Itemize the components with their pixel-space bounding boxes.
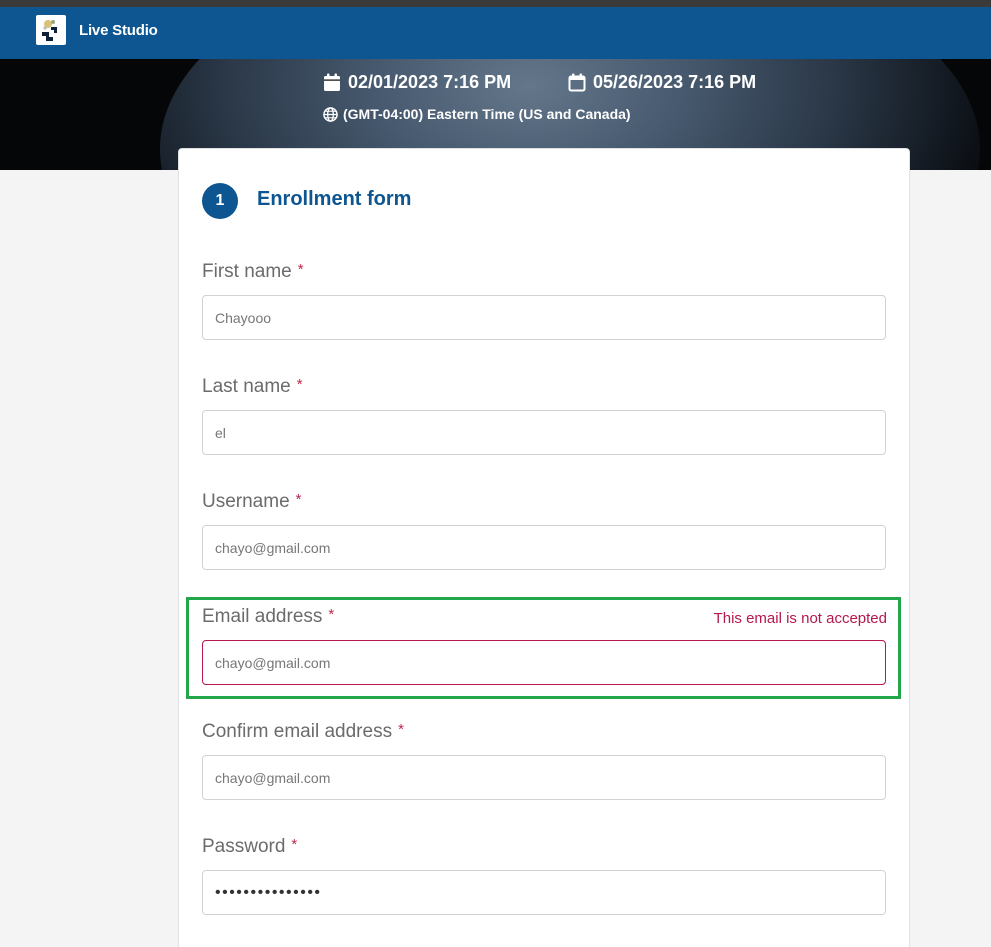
email-error-message: This email is not accepted	[713, 610, 887, 627]
first-name-input[interactable]	[202, 295, 886, 340]
start-date: 02/01/2023 7:16 PM	[323, 72, 511, 93]
step-number-badge: 1	[202, 183, 238, 219]
required-marker: *	[296, 376, 303, 393]
calendar-icon	[324, 73, 340, 91]
confirm-email-field: Confirm email address *	[202, 721, 887, 800]
password-label: Password *	[202, 836, 887, 862]
first-name-field: First name *	[202, 261, 887, 340]
required-marker: *	[328, 606, 335, 623]
globe-icon	[323, 106, 338, 122]
username-label-text: Username	[202, 491, 290, 512]
username-field: Username *	[202, 491, 887, 570]
calendar-outline-icon	[568, 73, 586, 92]
username-input[interactable]	[202, 525, 886, 570]
email-field: Email address * This email is not accepte…	[202, 606, 887, 685]
timezone-text: (GMT-04:00) Eastern Time (US and Canada)	[343, 106, 631, 122]
last-name-field: Last name *	[202, 376, 887, 455]
last-name-label: Last name *	[202, 376, 887, 402]
step-title: Enrollment form	[257, 188, 412, 210]
confirm-email-label: Confirm email address *	[202, 721, 887, 747]
email-input[interactable]	[202, 640, 886, 685]
last-name-label-text: Last name	[202, 376, 291, 397]
app-logo[interactable]	[36, 15, 66, 45]
first-name-label: First name *	[202, 261, 887, 287]
start-date-text: 02/01/2023 7:16 PM	[348, 72, 512, 92]
username-label: Username *	[202, 491, 887, 517]
password-input[interactable]	[202, 870, 886, 915]
end-date-text: 05/26/2023 7:16 PM	[593, 72, 757, 92]
email-label-text: Email address	[202, 606, 323, 627]
enrollment-card: 1 Enrollment form First name * Last name *…	[178, 148, 910, 947]
confirm-email-label-text: Confirm email address	[202, 721, 393, 742]
required-marker: *	[297, 261, 304, 278]
timezone: (GMT-04:00) Eastern Time (US and Canada)	[323, 106, 631, 122]
password-field: Password *	[202, 836, 887, 915]
last-name-input[interactable]	[202, 410, 886, 455]
confirm-email-input[interactable]	[202, 755, 886, 800]
top-strip	[0, 0, 991, 7]
app-title: Live Studio	[79, 22, 158, 39]
end-date: 05/26/2023 7:16 PM	[568, 72, 756, 93]
password-label-text: Password	[202, 836, 286, 857]
required-marker: *	[291, 836, 298, 853]
app-header: Live Studio	[0, 7, 991, 59]
required-marker: *	[295, 491, 302, 508]
required-marker: *	[398, 721, 404, 738]
first-name-label-text: First name	[202, 261, 292, 282]
